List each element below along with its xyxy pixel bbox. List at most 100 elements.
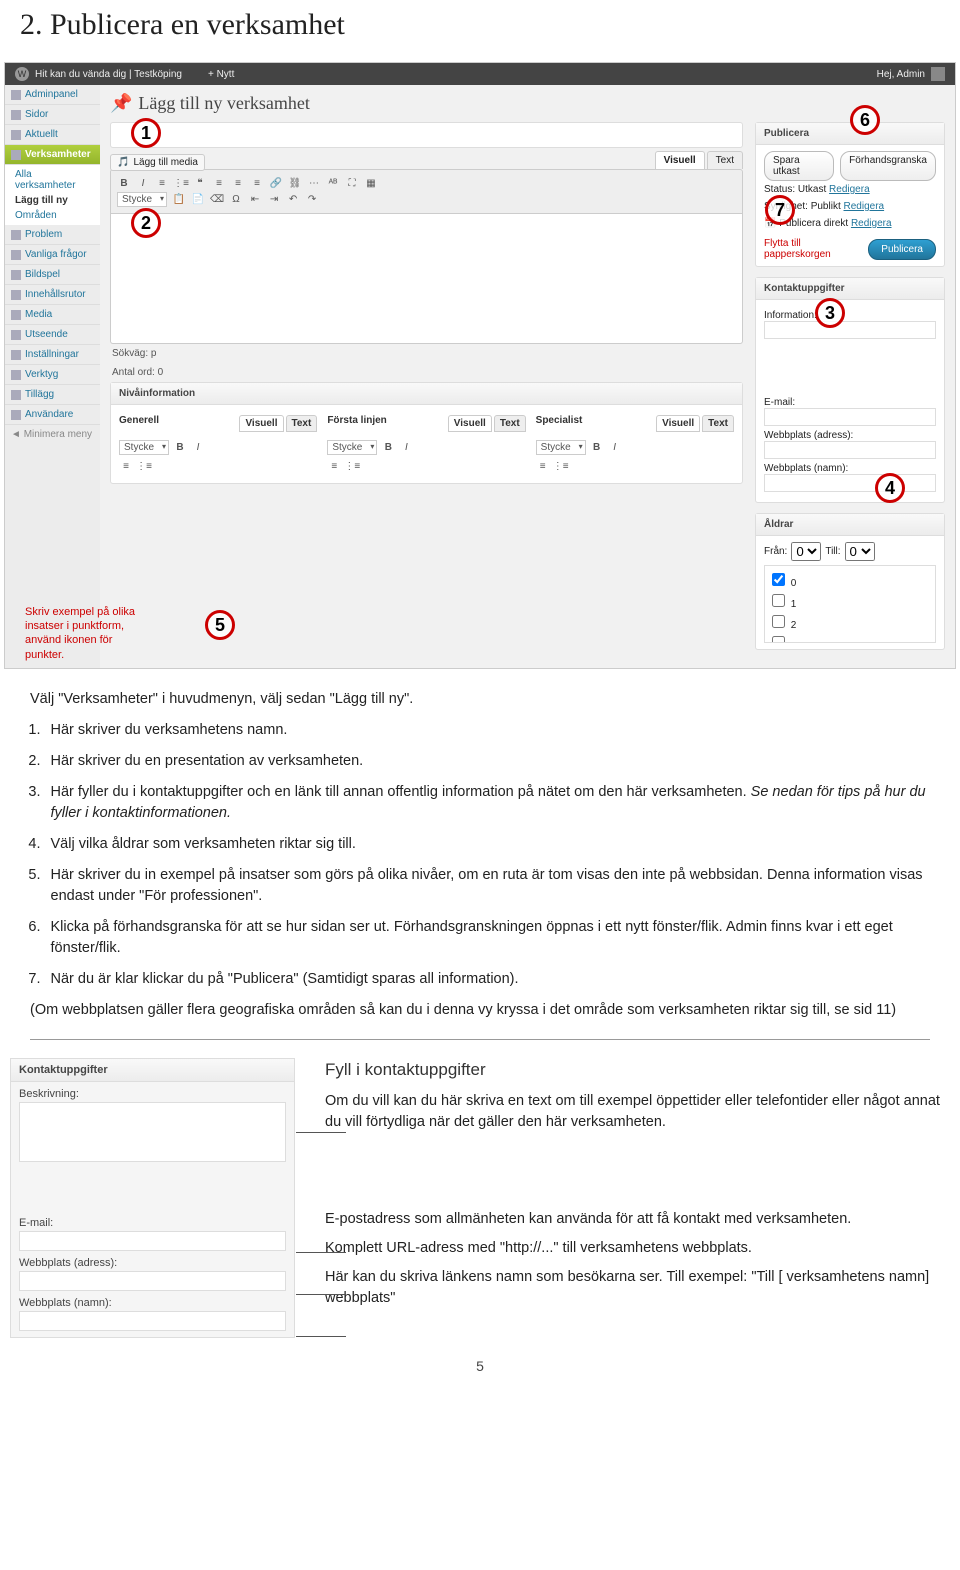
edit-date-link[interactable]: Redigera: [851, 218, 892, 229]
niva1-format-select[interactable]: Stycke: [119, 440, 169, 455]
niva3-bold-button[interactable]: B: [590, 441, 604, 455]
niva2-italic-button[interactable]: I: [399, 441, 413, 455]
content-icon: [11, 290, 21, 300]
age-cb-0[interactable]: 0: [768, 569, 932, 590]
niva2-tab-visual[interactable]: Visuell: [448, 415, 492, 432]
edit-visibility-link[interactable]: Redigera: [844, 201, 885, 212]
align-center-button[interactable]: ≡: [231, 176, 245, 190]
sidebar-sub-laggtillny[interactable]: Lägg till ny: [5, 193, 100, 208]
kitchensink-button[interactable]: ▦: [364, 176, 378, 190]
niva2-format-select[interactable]: Stycke: [327, 440, 377, 455]
omega-button[interactable]: Ω: [229, 193, 243, 207]
italic-button[interactable]: I: [136, 176, 150, 190]
greeting[interactable]: Hej, Admin: [877, 69, 925, 80]
sidebar-item-faq[interactable]: Vanliga frågor: [5, 245, 100, 265]
niva3-list-ol-button[interactable]: ⋮≡: [554, 459, 568, 473]
tab-text[interactable]: Text: [707, 151, 743, 169]
age-from-select[interactable]: 0: [791, 542, 821, 561]
sidebar-item-aktuellt[interactable]: Aktuellt: [5, 125, 100, 145]
tab-visual[interactable]: Visuell: [655, 151, 705, 169]
ages-panel-head: Åldrar: [756, 514, 944, 536]
cp-email-input[interactable]: [19, 1231, 286, 1251]
sidebar-item-tillagg[interactable]: Tillägg: [5, 385, 100, 405]
preview-button[interactable]: Förhandsgranska: [840, 151, 936, 181]
title-input[interactable]: [110, 122, 743, 148]
paste-word-button[interactable]: 📄: [191, 193, 205, 207]
sidebar-minimize[interactable]: ◄ Minimera meny: [5, 425, 100, 444]
sidebar-item-media[interactable]: Media: [5, 305, 100, 325]
sidebar-item-sidor[interactable]: Sidor: [5, 105, 100, 125]
pages-icon: [11, 110, 21, 120]
email-input[interactable]: [764, 408, 936, 426]
niva1-list-ol-button[interactable]: ⋮≡: [137, 459, 151, 473]
link-button[interactable]: 🔗: [269, 176, 283, 190]
niva3-italic-button[interactable]: I: [608, 441, 622, 455]
niva2-tab-text[interactable]: Text: [494, 415, 526, 432]
trash-link[interactable]: Flytta till papperskorgen: [764, 238, 868, 260]
niva1-tab-text[interactable]: Text: [286, 415, 318, 432]
niva2-list-ul-button[interactable]: ≡: [327, 459, 341, 473]
align-right-button[interactable]: ≡: [250, 176, 264, 190]
align-left-button[interactable]: ≡: [212, 176, 226, 190]
callout-7: 7: [765, 195, 795, 225]
age-to-select[interactable]: 0: [845, 542, 875, 561]
niva2-list-ol-button[interactable]: ⋮≡: [345, 459, 359, 473]
indent-button[interactable]: ⇥: [267, 193, 281, 207]
list-ul-button[interactable]: ≡: [155, 176, 169, 190]
site-title[interactable]: Hit kan du vända dig | Testköping: [35, 69, 182, 80]
sidebar-item-problem[interactable]: Problem: [5, 225, 100, 245]
publish-button[interactable]: Publicera: [868, 239, 936, 260]
callout-3: 3: [815, 298, 845, 328]
niva1-list-ul-button[interactable]: ≡: [119, 459, 133, 473]
niva3-format-select[interactable]: Stycke: [536, 440, 586, 455]
url-input[interactable]: [764, 441, 936, 459]
info-input[interactable]: [764, 321, 936, 339]
sidebar-item-anvandare[interactable]: Användare: [5, 405, 100, 425]
niva3-tab-visual[interactable]: Visuell: [656, 415, 700, 432]
new-button[interactable]: + Nytt: [208, 69, 234, 80]
cp-urlname-input[interactable]: [19, 1311, 286, 1331]
paste-button[interactable]: 📋: [172, 193, 186, 207]
unlink-button[interactable]: ⛓: [288, 176, 302, 190]
urlname-input[interactable]: [764, 474, 936, 492]
sidebar-sub-omraden[interactable]: Områden: [5, 208, 100, 223]
avatar[interactable]: [931, 67, 945, 81]
more-button[interactable]: ⋯: [307, 176, 321, 190]
redo-button[interactable]: ↷: [305, 193, 319, 207]
sidebar-item-bildspel[interactable]: Bildspel: [5, 265, 100, 285]
undo-button[interactable]: ↶: [286, 193, 300, 207]
niva2-bold-button[interactable]: B: [381, 441, 395, 455]
list-ol-button[interactable]: ⋮≡: [174, 176, 188, 190]
sidebar-sub-alla[interactable]: Alla verksamheter: [5, 167, 100, 193]
niva3-list-ul-button[interactable]: ≡: [536, 459, 550, 473]
outro-text: (Om webbplatsen gäller flera geografiska…: [30, 1000, 930, 1021]
age-cb-1[interactable]: 1: [768, 590, 932, 611]
save-draft-button[interactable]: Spara utkast: [764, 151, 834, 181]
clear-format-button[interactable]: ⌫: [210, 193, 224, 207]
niva3-tab-text[interactable]: Text: [702, 415, 734, 432]
edit-status-link[interactable]: Redigera: [829, 184, 870, 195]
age-cb-2[interactable]: 2: [768, 611, 932, 632]
content-editor[interactable]: [110, 214, 743, 344]
age-cb-3[interactable]: 3: [768, 632, 932, 643]
quote-button[interactable]: ❝: [193, 176, 207, 190]
sidebar-item-installningar[interactable]: Inställningar: [5, 345, 100, 365]
add-media-button[interactable]: 🎵 Lägg till media: [110, 154, 205, 171]
bold-button[interactable]: B: [117, 176, 131, 190]
callout-2: 2: [131, 208, 161, 238]
sidebar-item-utseende[interactable]: Utseende: [5, 325, 100, 345]
sidebar-item-verktyg[interactable]: Verktyg: [5, 365, 100, 385]
cp-url-input[interactable]: [19, 1271, 286, 1291]
sidebar-item-verksamheter[interactable]: Verksamheter: [5, 145, 100, 165]
spellcheck-button[interactable]: ᴬᴮ: [326, 176, 340, 190]
sidebar-item-adminpanel[interactable]: Adminpanel: [5, 85, 100, 105]
niva1-italic-button[interactable]: I: [191, 441, 205, 455]
sidebar-item-innehall[interactable]: Innehållsrutor: [5, 285, 100, 305]
fullscreen-button[interactable]: ⛶: [345, 176, 359, 190]
format-select[interactable]: Stycke: [117, 192, 167, 207]
niva1-bold-button[interactable]: B: [173, 441, 187, 455]
niva1-tab-visual[interactable]: Visuell: [239, 415, 283, 432]
divider: [30, 1039, 930, 1040]
cp-desc-input[interactable]: [19, 1102, 286, 1162]
outdent-button[interactable]: ⇤: [248, 193, 262, 207]
